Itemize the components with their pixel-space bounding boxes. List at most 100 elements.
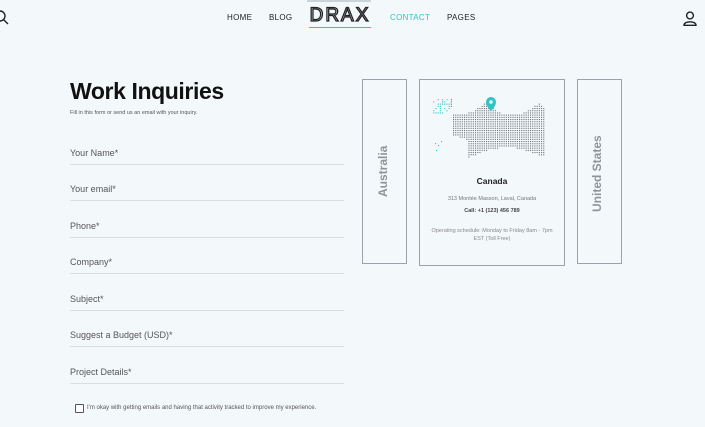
map-dot bbox=[457, 121, 459, 123]
map-dot bbox=[453, 116, 455, 118]
map-dot bbox=[525, 141, 527, 143]
your-name-field[interactable]: Your Name* bbox=[70, 148, 344, 165]
map-dot bbox=[481, 132, 483, 134]
map-dot bbox=[501, 116, 503, 118]
map-dot bbox=[530, 130, 532, 132]
drax-logo[interactable]: DRAX bbox=[308, 4, 372, 26]
map-dot bbox=[450, 99, 452, 101]
map-dot bbox=[543, 132, 545, 134]
map-dot bbox=[490, 116, 492, 118]
consent-checkbox[interactable] bbox=[75, 404, 84, 413]
map-dot bbox=[501, 136, 503, 138]
map-dot bbox=[444, 101, 446, 103]
map-dot bbox=[470, 119, 472, 121]
subject-field[interactable]: Subject* bbox=[70, 294, 344, 311]
map-dot bbox=[519, 116, 521, 118]
map-dot bbox=[510, 121, 512, 123]
map-dot bbox=[503, 127, 505, 129]
map-dot bbox=[490, 134, 492, 136]
map-dot bbox=[512, 119, 514, 121]
map-dot bbox=[483, 143, 485, 145]
map-dot bbox=[470, 114, 472, 116]
map-dot bbox=[543, 130, 545, 132]
map-dot bbox=[455, 132, 457, 134]
map-dot bbox=[477, 110, 479, 112]
map-dot bbox=[525, 114, 527, 116]
map-dot bbox=[439, 110, 441, 112]
map-dot bbox=[512, 125, 514, 127]
nav-home[interactable]: HOME bbox=[227, 13, 252, 22]
map-dot bbox=[510, 136, 512, 138]
map-dot bbox=[479, 138, 481, 140]
map-dot bbox=[527, 132, 529, 134]
map-dot bbox=[525, 123, 527, 125]
map-dot bbox=[530, 110, 532, 112]
map-dot bbox=[466, 132, 468, 134]
nav-contact[interactable]: CONTACT bbox=[390, 13, 430, 22]
map-dot bbox=[492, 127, 494, 129]
map-dot bbox=[541, 119, 543, 121]
office-phone[interactable]: Call: +1 (123) 456 789 bbox=[419, 208, 565, 214]
map-dot bbox=[488, 110, 490, 112]
map-dot bbox=[488, 130, 490, 132]
map-dot bbox=[494, 121, 496, 123]
map-dot bbox=[499, 136, 501, 138]
map-dot bbox=[475, 112, 477, 114]
map-dot bbox=[501, 114, 503, 116]
map-dot bbox=[486, 136, 488, 138]
map-dot bbox=[508, 132, 510, 134]
map-dot bbox=[523, 132, 525, 134]
map-dot bbox=[494, 141, 496, 143]
map-dot bbox=[494, 116, 496, 118]
map-dot bbox=[543, 127, 545, 129]
map-dot bbox=[521, 136, 523, 138]
map-dot bbox=[532, 114, 534, 116]
map-dot bbox=[525, 116, 527, 118]
map-dot bbox=[472, 112, 474, 114]
map-dot bbox=[468, 132, 470, 134]
project-details-field[interactable]: Project Details* bbox=[70, 367, 344, 384]
nav-pages[interactable]: PAGES bbox=[447, 13, 475, 22]
map-dot bbox=[468, 154, 470, 156]
map-dot bbox=[543, 119, 545, 121]
map-dot bbox=[519, 134, 521, 136]
map-dot bbox=[494, 132, 496, 134]
map-dot bbox=[464, 119, 466, 121]
map-dot bbox=[503, 121, 505, 123]
your-email-field[interactable]: Your email* bbox=[70, 184, 344, 201]
map-dot bbox=[466, 114, 468, 116]
company-field[interactable]: Company* bbox=[70, 257, 344, 274]
map-dot bbox=[536, 121, 538, 123]
map-dot bbox=[543, 116, 545, 118]
map-dot bbox=[486, 105, 488, 107]
map-dot bbox=[483, 149, 485, 151]
map-dot bbox=[461, 134, 463, 136]
search-icon[interactable] bbox=[0, 10, 10, 26]
map-dot bbox=[488, 114, 490, 116]
map-dot bbox=[468, 145, 470, 147]
map-dot bbox=[459, 132, 461, 134]
map-dot bbox=[543, 110, 545, 112]
map-dot bbox=[532, 108, 534, 110]
map-dot bbox=[477, 143, 479, 145]
map-dot bbox=[441, 141, 443, 143]
map-dot bbox=[508, 125, 510, 127]
phone-field[interactable]: Phone* bbox=[70, 221, 344, 238]
map-dot bbox=[538, 110, 540, 112]
map-dot bbox=[541, 147, 543, 149]
nav-blog[interactable]: BLOG bbox=[269, 13, 292, 22]
map-dot bbox=[437, 99, 439, 101]
map-dot bbox=[483, 134, 485, 136]
map-dot bbox=[527, 127, 529, 129]
map-dot bbox=[516, 147, 518, 149]
map-dot bbox=[468, 141, 470, 143]
map-dot bbox=[530, 138, 532, 140]
map-dot bbox=[501, 125, 503, 127]
world-map-graphic bbox=[433, 97, 545, 158]
map-dot bbox=[523, 116, 525, 118]
user-icon[interactable] bbox=[683, 11, 697, 26]
map-dot bbox=[475, 141, 477, 143]
budget-field[interactable]: Suggest a Budget (USD)* bbox=[70, 330, 344, 347]
map-dot bbox=[536, 125, 538, 127]
map-dot bbox=[514, 130, 516, 132]
